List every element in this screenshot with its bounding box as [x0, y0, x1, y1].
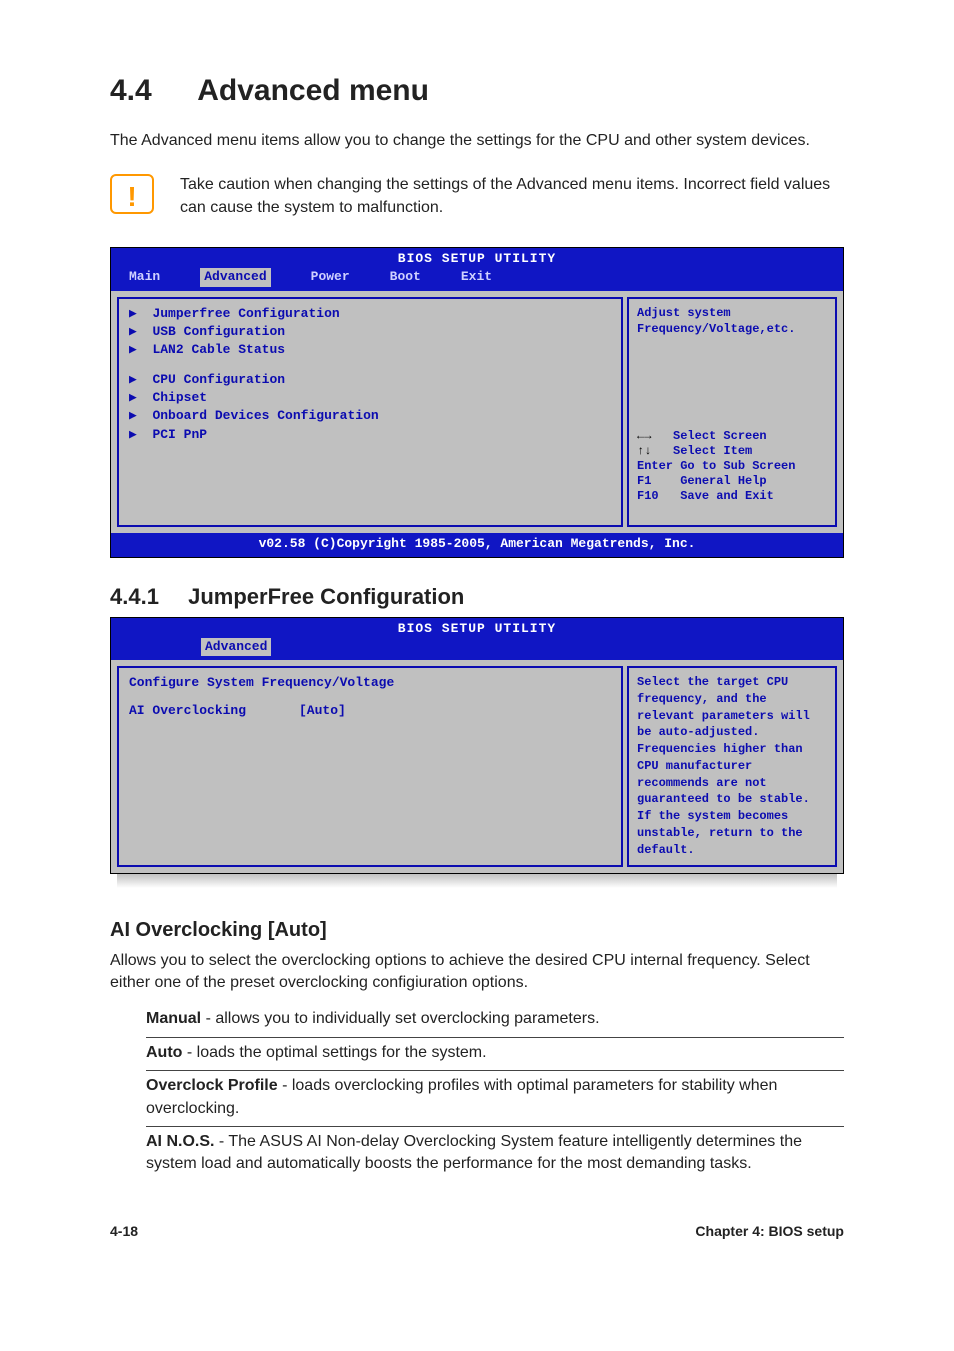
menu-item[interactable]: ▶ USB Configuration: [129, 323, 611, 341]
option-description: Allows you to select the overclocking op…: [110, 950, 844, 995]
bios-help-pane: Select the target CPU frequency, and the…: [627, 666, 837, 867]
section-number: 4.4: [110, 70, 190, 112]
bios-copyright: v02.58 (C)Copyright 1985-2005, American …: [111, 533, 843, 557]
caution-callout: ! Take caution when changing the setting…: [110, 174, 844, 219]
tab-boot[interactable]: Boot: [390, 268, 421, 286]
option-list: Manual - allows you to individually set …: [146, 1004, 844, 1181]
setting-label: AI Overclocking: [129, 702, 299, 720]
bios-title: BIOS SETUP UTILITY: [111, 618, 843, 638]
help-keys: ←→ Select Screen ↑↓ Select Item Enter Go…: [637, 414, 827, 519]
tab-advanced[interactable]: Advanced: [201, 638, 271, 656]
option-title: AI Overclocking [Auto]: [110, 916, 844, 944]
setting-value: [Auto]: [299, 702, 346, 720]
bios-left-pane: Configure System Frequency/Voltage AI Ov…: [117, 666, 623, 867]
bios-panel-jumperfree: BIOS SETUP UTILITY Advanced Configure Sy…: [110, 617, 844, 874]
bios-tabs: Advanced: [111, 638, 843, 660]
bios-panel-advanced: BIOS SETUP UTILITY Main Advanced Power B…: [110, 247, 844, 558]
section-heading: 4.4 Advanced menu: [110, 70, 844, 112]
tab-power[interactable]: Power: [311, 268, 350, 286]
subsection-number: 4.4.1: [110, 582, 182, 613]
subsection-heading: 4.4.1 JumperFree Configuration: [110, 582, 844, 613]
fade-decor: [117, 874, 837, 888]
panel-heading: Configure System Frequency/Voltage: [129, 674, 611, 692]
menu-item[interactable]: ▶ Onboard Devices Configuration: [129, 407, 611, 425]
list-item: Manual - allows you to individually set …: [146, 1004, 844, 1037]
menu-item[interactable]: ▶ LAN2 Cable Status: [129, 341, 611, 359]
menu-item[interactable]: ▶ PCI PnP: [129, 426, 611, 444]
chapter-label: Chapter 4: BIOS setup: [695, 1222, 844, 1242]
bios-tabs: Main Advanced Power Boot Exit: [111, 268, 843, 290]
list-item: Overclock Profile - loads overclocking p…: [146, 1071, 844, 1127]
bios-left-pane: ▶ Jumperfree Configuration ▶ USB Configu…: [117, 297, 623, 527]
tab-exit[interactable]: Exit: [461, 268, 492, 286]
help-text-top: Adjust system Frequency/Voltage,etc.: [637, 305, 827, 339]
setting-row[interactable]: AI Overclocking [Auto]: [129, 702, 611, 720]
menu-item[interactable]: ▶ Jumperfree Configuration: [129, 305, 611, 323]
menu-item[interactable]: ▶ CPU Configuration: [129, 371, 611, 389]
page-number: 4-18: [110, 1222, 138, 1242]
help-text: Select the target CPU frequency, and the…: [637, 674, 827, 859]
tab-advanced[interactable]: Advanced: [200, 268, 270, 286]
menu-item[interactable]: ▶ Chipset: [129, 389, 611, 407]
caution-text: Take caution when changing the settings …: [180, 174, 844, 219]
subsection-title-text: JumperFree Configuration: [188, 584, 464, 609]
warning-icon: !: [110, 174, 154, 214]
intro-paragraph: The Advanced menu items allow you to cha…: [110, 130, 844, 152]
tab-main[interactable]: Main: [129, 268, 160, 286]
page-footer: 4-18 Chapter 4: BIOS setup: [110, 1222, 844, 1242]
bios-help-pane: Adjust system Frequency/Voltage,etc. ←→ …: [627, 297, 837, 527]
section-title-text: Advanced menu: [197, 74, 429, 107]
bios-title: BIOS SETUP UTILITY: [111, 248, 843, 268]
list-item: Auto - loads the optimal settings for th…: [146, 1038, 844, 1071]
list-item: AI N.O.S. - The ASUS AI Non-delay Overcl…: [146, 1127, 844, 1182]
